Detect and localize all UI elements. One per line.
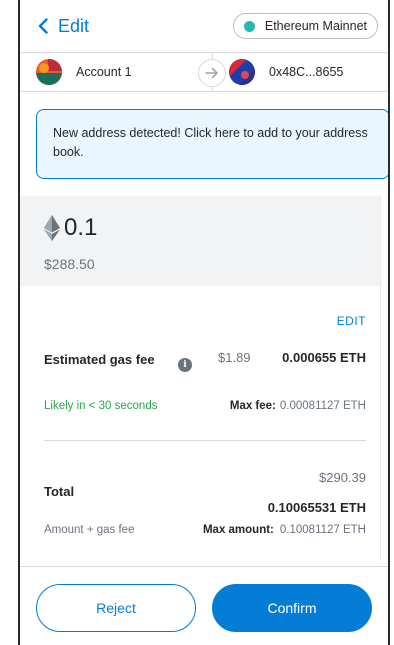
amount-section: 0.1 $288.50	[20, 196, 388, 286]
total-eth: 0.10065531 ETH	[267, 500, 366, 515]
scrollbar-track[interactable]	[380, 196, 388, 561]
network-label: Ethereum Mainnet	[264, 19, 367, 33]
back-edit-button[interactable]: Edit	[38, 16, 89, 37]
edit-gas-link[interactable]: EDIT	[337, 314, 366, 328]
section-divider	[44, 440, 366, 441]
max-fee-value: 0.00081127 ETH	[279, 400, 366, 412]
info-icon[interactable]: i	[178, 358, 192, 372]
network-status-dot	[243, 20, 255, 32]
gas-fee-usd: $1.89	[218, 350, 251, 365]
max-amount: Max amount: 0.10081127 ETH	[203, 524, 366, 536]
amount-usd: $288.50	[44, 256, 95, 272]
alert-text: New address detected! Click here to add …	[53, 126, 368, 159]
gas-fee-eth: 0.000655 ETH	[282, 350, 366, 365]
confirm-button[interactable]: Confirm	[212, 584, 372, 632]
chevron-left-icon	[38, 18, 48, 34]
sender-name: Account 1	[76, 65, 132, 79]
total-usd: $290.39	[319, 470, 366, 485]
max-fee: Max fee: 0.00081127 ETH	[230, 400, 366, 412]
max-amount-label: Max amount:	[202, 524, 274, 536]
confirm-transaction-screen: Edit Ethereum Mainnet Account 1 0x48C...…	[18, 0, 390, 645]
header: Edit Ethereum Mainnet	[20, 0, 388, 52]
sender-account[interactable]: Account 1	[20, 53, 195, 91]
recipient-avatar	[229, 59, 255, 85]
amount-plus-gas-label: Amount + gas fee	[44, 524, 135, 536]
sender-recipient-bar: Account 1 0x48C...8655	[20, 52, 388, 92]
amount-eth: 0.1	[64, 214, 98, 241]
sender-avatar	[36, 59, 62, 85]
max-fee-label: Max fee:	[229, 400, 276, 412]
max-amount-value: 0.10081127 ETH	[279, 524, 366, 536]
estimated-gas-fee-label: Estimated gas fee	[44, 352, 155, 367]
network-selector[interactable]: Ethereum Mainnet	[232, 13, 378, 39]
footer-actions: Reject Confirm	[20, 566, 388, 645]
back-label: Edit	[58, 15, 90, 36]
ethereum-icon	[44, 215, 60, 241]
total-label: Total	[44, 484, 75, 499]
amount-eth-row: 0.1	[44, 212, 364, 244]
recipient-address: 0x48C...8655	[269, 65, 344, 79]
new-address-alert[interactable]: New address detected! Click here to add …	[36, 109, 388, 179]
reject-button[interactable]: Reject	[36, 584, 196, 632]
arrow-right-icon	[198, 59, 226, 87]
gas-timing-estimate: Likely in < 30 seconds	[44, 400, 158, 412]
